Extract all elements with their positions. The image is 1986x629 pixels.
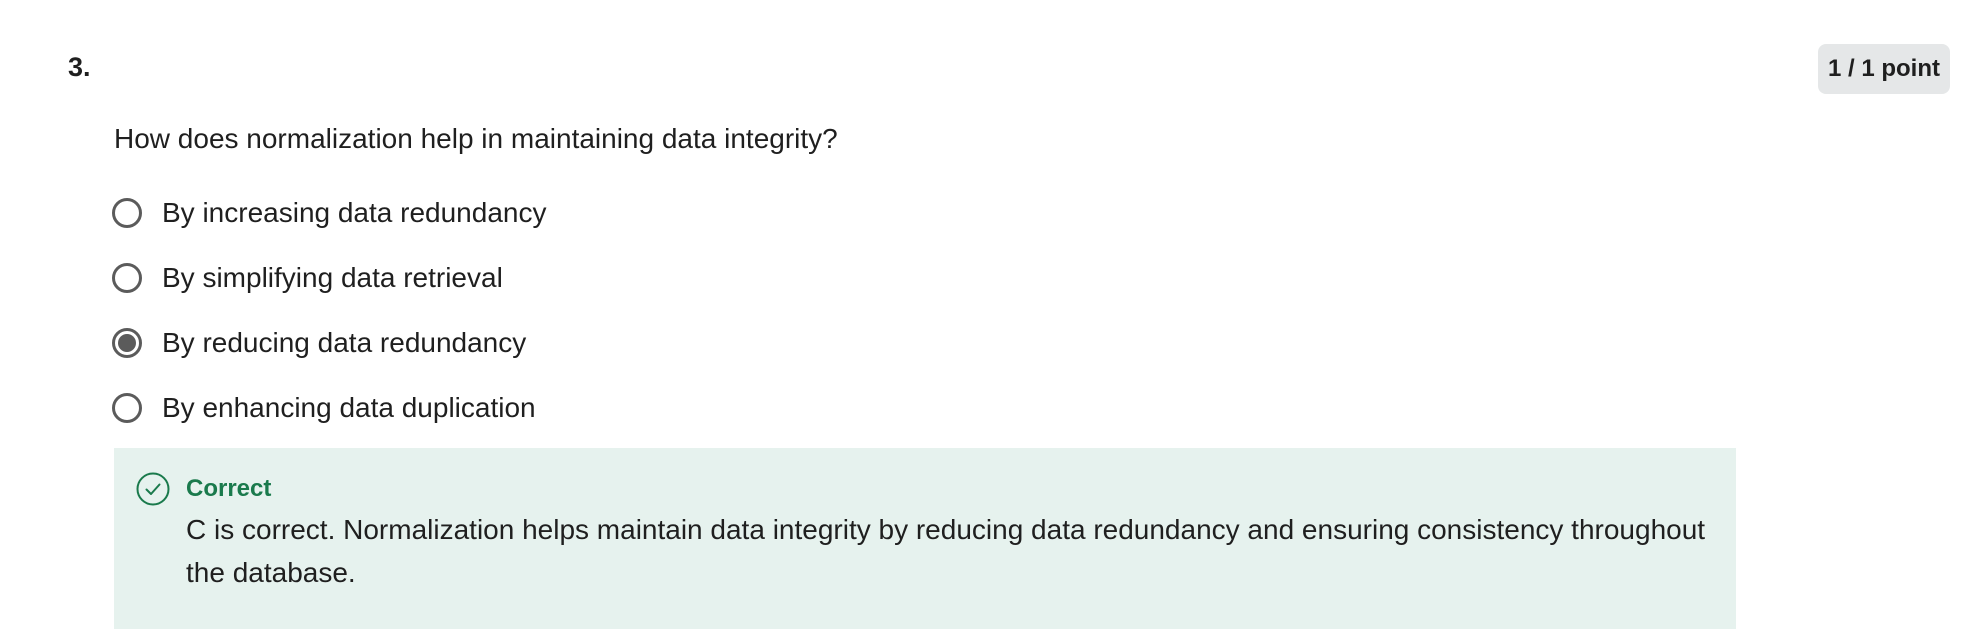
feedback-explanation: C is correct. Normalization helps mainta… — [186, 514, 1706, 588]
radio-button-selected[interactable] — [112, 328, 142, 358]
radio-button[interactable] — [112, 198, 142, 228]
option-label: By enhancing data duplication — [162, 392, 536, 423]
option-label: By increasing data redundancy — [162, 197, 547, 228]
check-circle-icon — [136, 472, 170, 506]
radio-button[interactable] — [112, 393, 142, 423]
radio-button[interactable] — [112, 263, 142, 293]
points-badge: 1 / 1 point — [1817, 44, 1950, 94]
question-prompt: How does normalization help in maintaini… — [114, 123, 838, 154]
option-label: By simplifying data retrieval — [162, 262, 503, 293]
option-label: By reducing data redundancy — [162, 327, 527, 358]
option-a[interactable]: By increasing data redundancy — [112, 190, 546, 236]
answer-options: By increasing data redundancy By simplif… — [112, 190, 546, 450]
feedback-status: Correct — [186, 475, 272, 502]
option-b[interactable]: By simplifying data retrieval — [112, 255, 546, 301]
question-number: 3. — [68, 52, 91, 82]
feedback-panel: Correct C is correct. Normalization help… — [114, 448, 1736, 629]
option-d[interactable]: By enhancing data duplication — [112, 385, 546, 431]
option-c[interactable]: By reducing data redundancy — [112, 320, 546, 366]
